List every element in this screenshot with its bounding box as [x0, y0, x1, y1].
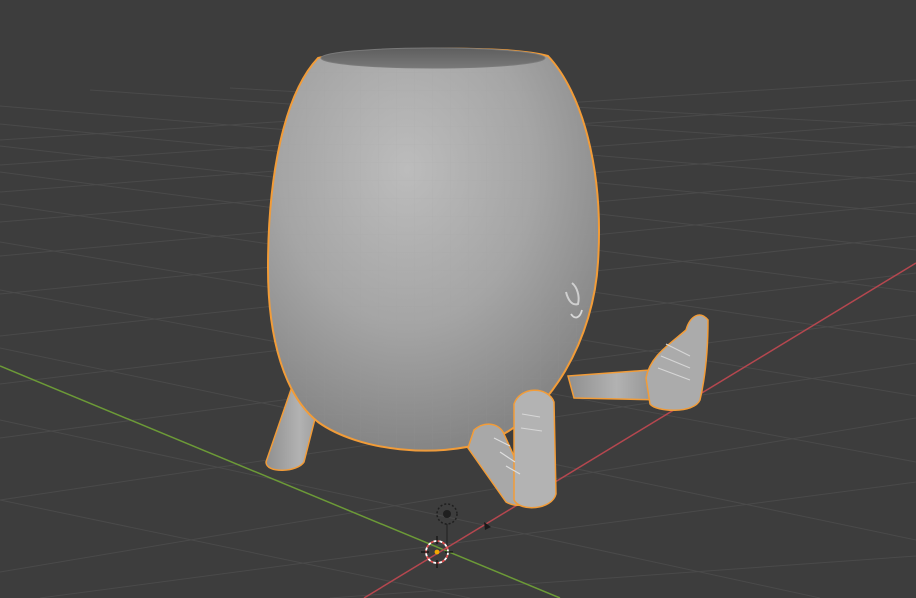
pot-body[interactable]: [266, 47, 600, 452]
right-extended-leg[interactable]: [567, 314, 709, 411]
viewport-canvas[interactable]: [0, 0, 916, 598]
3d-viewport[interactable]: [0, 0, 916, 598]
pot-opening: [320, 47, 546, 69]
3d-cursor-icon[interactable]: [421, 536, 453, 568]
